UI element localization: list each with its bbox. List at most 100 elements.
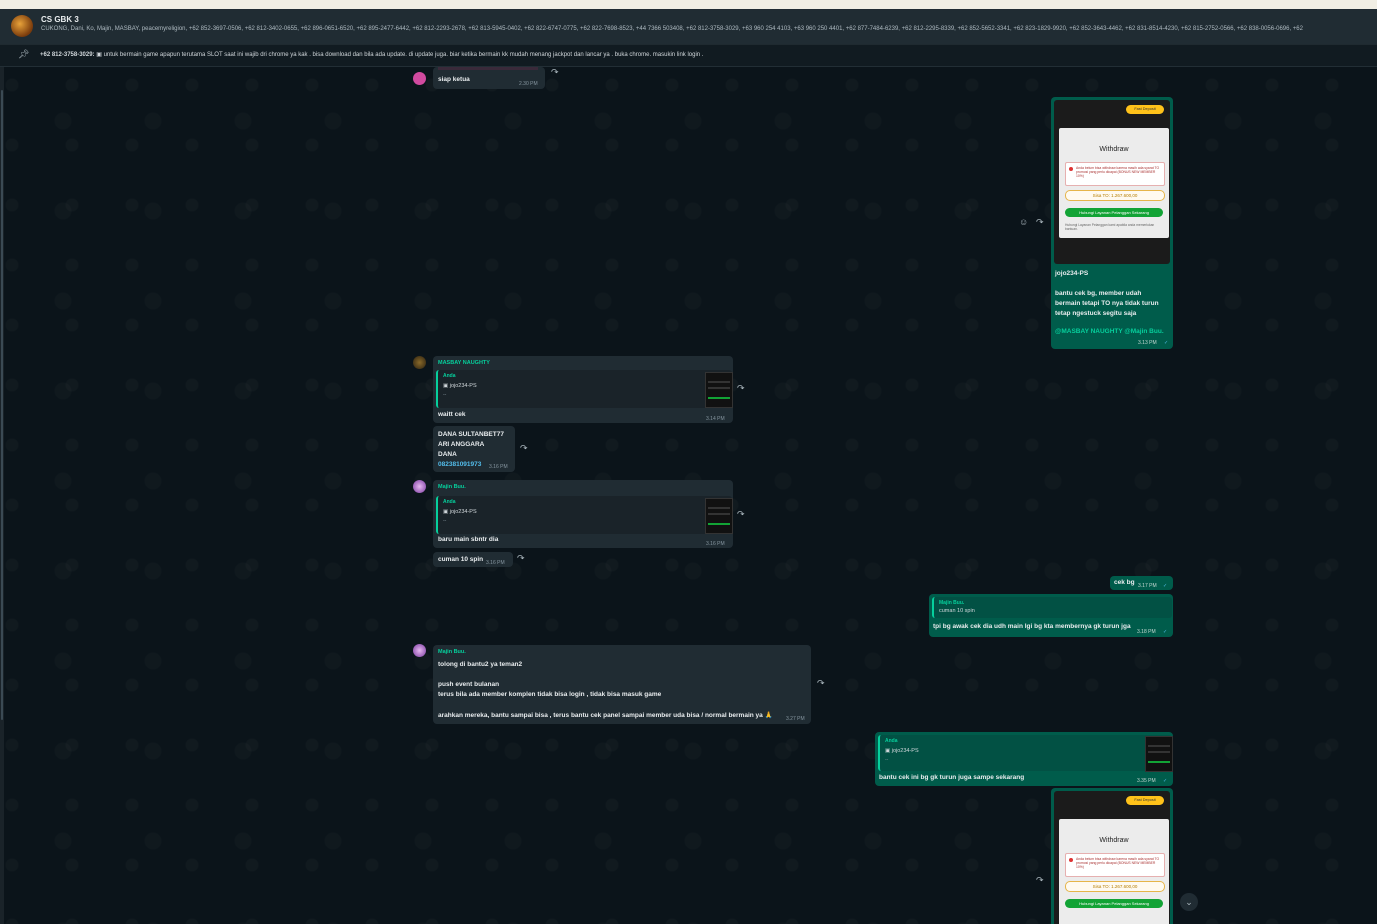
chat-scrollbar-thumb[interactable] [1,90,3,720]
quote-text: ▣ jojo234-PS [443,383,477,389]
chat-panel[interactable]: siap ketua 2.30 PM ↷ ☺ ↷ Fast Deposit Wi… [0,67,1377,924]
message-time: 3.27 PM [786,716,805,722]
alert-icon [1069,858,1073,862]
alert-text: Anda belum bisa withdraw karena masih ad… [1076,166,1160,179]
message-line: bermain tetapi TO nya tidak turun [1055,300,1159,307]
quote-thumbnail [1145,736,1173,772]
read-tick-icon: ✓ [1163,583,1168,589]
message-line: terus bila ada member komplen tidak bisa… [438,691,662,698]
contact-button: Hubungi Layanan Pelanggan Sekarang [1065,208,1163,217]
pinned-message-bar[interactable]: 📌︎ +62 812-3758-3029: ▣ untuk bermain ga… [0,45,1377,67]
quote-author: Anda [885,738,898,744]
message-line: DANA [438,451,457,458]
smiley-icon[interactable]: ☺ [1019,217,1028,227]
forward-icon[interactable]: ↷ [737,383,745,394]
sender-name[interactable]: Majin Buu. [438,484,466,490]
cut-sender-line [438,67,538,70]
message-time: 3.17 PM [1138,583,1157,589]
group-title[interactable]: CS GBK 3 [41,15,79,24]
withdraw-panel: Withdraw Anda belum bisa withdraw karena… [1059,128,1169,238]
message-time: 3.14 PM [706,416,725,422]
message-bubble[interactable]: Majin Buu. Anda ▣ jojo234-PS -- baru mai… [433,480,733,548]
forward-icon[interactable]: ↷ [520,443,528,454]
message-time: 3.16 PM [486,560,505,566]
message-time: 3.13 PM [1138,340,1157,346]
message-bubble[interactable]: cuman 10 spin 3.16 PM [433,552,513,567]
message-line: arahkan mereka, bantu sampai bisa , teru… [438,712,773,719]
withdraw-panel: Withdraw Anda belum bisa withdraw karena… [1059,819,1169,924]
quote-dash: -- [443,518,447,524]
sisa-to: Sisa TO: 1.267.600,00 [1065,881,1165,892]
quote-caption: jojo234-PS [891,748,919,754]
quote-thumbnail [705,498,733,534]
quoted-message[interactable]: Anda ▣ jojo234-PS -- [878,735,1173,772]
message-bubble[interactable]: siap ketua 2.30 PM [433,67,545,89]
message-text: cek bg [1114,579,1135,586]
message-text: baru main sbntr dia [438,536,499,543]
message-bubble[interactable]: cek bg 3.17 PM ✓ [1110,576,1173,590]
message-text: bantu cek ini bg gk turun juga sampe sek… [879,774,1025,781]
forward-icon[interactable]: ↷ [517,553,525,564]
phone-link[interactable]: 082381091973 [438,461,481,468]
chevron-down-icon[interactable]: ⌄ [1180,893,1198,911]
message-line: tolong di bantu2 ya teman2 [438,661,523,668]
avatar[interactable] [413,72,426,85]
sender-name[interactable]: Majin Buu. [438,649,466,655]
forward-icon[interactable]: ↷ [1036,875,1044,886]
forward-icon[interactable]: ↷ [817,678,825,689]
message-bubble[interactable]: Majin Buu. tolong di bantu2 ya teman2 pu… [433,645,811,724]
chat-header[interactable]: CS GBK 3 CUKONG, Dani, Ko, Majin, MASBAY… [0,9,1377,45]
image-icon: ▣ [885,748,892,754]
quote-text: ▣ jojo234-PS [443,509,477,515]
sender-name[interactable]: MASBAY NAUGHTY [438,360,490,366]
withdraw-footer: Hubungi Layanan Pelanggan kami apabila a… [1065,223,1155,231]
withdraw-alert: Anda belum bisa withdraw karena masih ad… [1065,162,1165,186]
avatar[interactable] [413,480,426,493]
quoted-message[interactable]: Majin Buu. cuman 10 spin [932,597,1172,618]
withdraw-screenshot[interactable]: Fast Deposit Withdraw Anda belum bisa wi… [1054,791,1170,924]
quote-author: Anda [443,373,456,379]
message-bubble[interactable]: Anda ▣ jojo234-PS -- bantu cek ini bg gk… [875,732,1173,786]
message-bubble[interactable]: Fast Deposit Withdraw Anda belum bisa wi… [1051,97,1173,349]
avatar[interactable] [413,356,426,369]
fast-deposit-badge: Fast Deposit [1126,105,1164,114]
contact-button: Hubungi Layanan Pelanggan Sekarang [1065,899,1163,908]
withdraw-alert: Anda belum bisa withdraw karena masih ad… [1065,853,1165,877]
message-text: cuman 10 spin [438,556,484,563]
quoted-message[interactable]: Anda ▣ jojo234-PS -- [436,496,733,534]
pinned-sender: +62 812-3758-3029: [40,52,95,58]
message-time: 2.30 PM [519,81,538,87]
message-line: jojo234-PS [1055,270,1089,277]
group-avatar[interactable] [11,15,33,37]
withdraw-screenshot[interactable]: Fast Deposit Withdraw Anda belum bisa wi… [1054,100,1170,264]
quote-dash: -- [443,392,447,398]
quote-caption: jojo234-PS [449,383,477,389]
message-bubble[interactable]: MASBAY NAUGHTY Anda ▣ jojo234-PS -- wait… [433,356,733,423]
message-bubble[interactable]: Majin Buu. cuman 10 spin tpi bg awak cek… [929,594,1173,637]
withdraw-title: Withdraw [1099,146,1129,153]
quoted-message[interactable]: Anda ▣ jojo234-PS -- [436,370,733,408]
pinned-text: untuk bermain game apapun terutama SLOT … [103,52,704,58]
message-bubble[interactable]: Fast Deposit Withdraw Anda belum bisa wi… [1051,788,1173,924]
avatar[interactable] [413,644,426,657]
message-text: tpi bg awak cek dia udh main lgi bg kta … [933,623,1131,630]
message-text: siap ketua [438,76,470,83]
quote-text: cuman 10 spin [939,608,975,614]
pin-icon[interactable]: 📌︎ [18,49,29,60]
message-time: 3.18 PM [1137,629,1156,635]
alert-text: Anda belum bisa withdraw karena masih ad… [1076,857,1160,870]
withdraw-title: Withdraw [1099,837,1129,844]
pinned-message[interactable]: +62 812-3758-3029: ▣ untuk bermain game … [40,51,703,58]
forward-icon[interactable]: ↷ [737,509,745,520]
mentions[interactable]: @MASBAY NAUGHTY @Majin Buu. [1055,328,1164,335]
message-time: 3.35 PM [1137,778,1156,784]
quote-author: Anda [443,499,456,505]
quote-text: ▣ jojo234-PS [885,748,919,754]
window-top-strip [0,0,1377,9]
forward-icon[interactable]: ↷ [551,67,559,78]
alert-icon [1069,167,1073,171]
sisa-to: Sisa TO: 1.267.600,00 [1065,190,1165,201]
message-bubble[interactable]: DANA SULTANBET77 ARI ANGGARA DANA 082381… [433,426,515,472]
forward-icon[interactable]: ↷ [1036,217,1044,228]
quote-caption: jojo234-PS [449,509,477,515]
